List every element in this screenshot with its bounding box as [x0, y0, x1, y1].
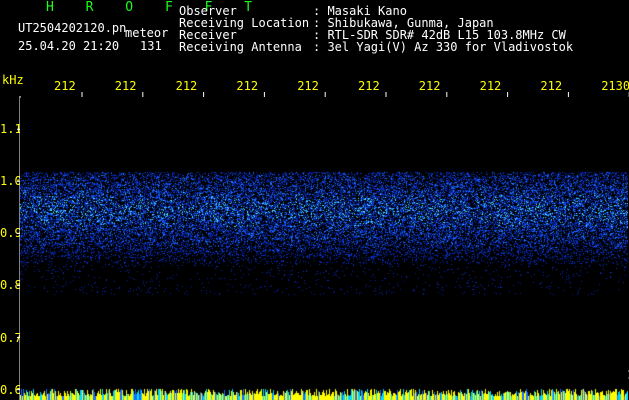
signal-strength-bar: [20, 388, 628, 400]
spectrogram-window: H R O F F T UT2504202120.pn meteor 25.04…: [0, 0, 629, 400]
x-axis-ticks: [81, 92, 629, 97]
spectrogram-plot: [20, 98, 628, 400]
spectrogram-canvas: [20, 98, 628, 400]
